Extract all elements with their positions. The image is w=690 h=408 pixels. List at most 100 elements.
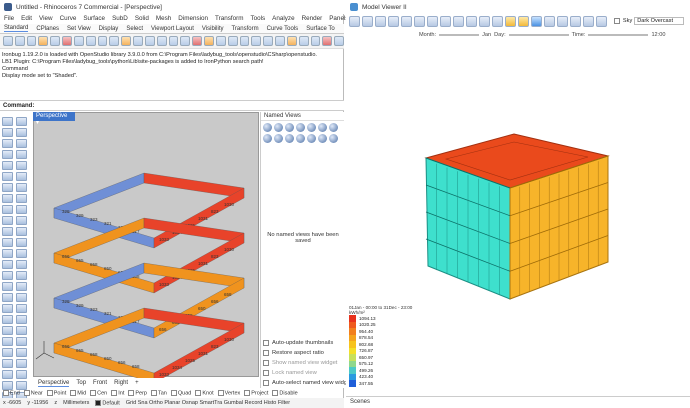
left-tool-icon[interactable] (16, 172, 27, 181)
print-icon[interactable] (38, 36, 49, 46)
option-auto-update-thumbnails[interactable]: Auto-update thumbnails (263, 340, 333, 346)
osnap-perp[interactable]: Perp (128, 390, 147, 397)
menu-tools[interactable]: Tools (250, 15, 265, 22)
render-icon[interactable] (215, 36, 226, 46)
sky-checkbox[interactable] (613, 18, 620, 24)
left-tool-icon[interactable] (16, 315, 27, 324)
left-tool-icon[interactable] (2, 271, 13, 280)
osnap-end[interactable]: End (3, 390, 20, 397)
left-tool-icon[interactable] (2, 216, 13, 225)
grid-icon[interactable] (286, 36, 297, 46)
bottom-view-icon[interactable] (401, 15, 412, 27)
status-toggles[interactable]: Grid Sna Ortho Planar Osnap SmartTra Gum… (126, 400, 290, 406)
front-view-icon[interactable] (440, 15, 451, 27)
left-tool-icon[interactable] (16, 348, 27, 357)
sun-icon[interactable] (531, 15, 542, 27)
toolbar-tab-visibility[interactable]: Visibility (202, 26, 224, 32)
settings-icon[interactable] (596, 15, 607, 27)
left-tool-icon[interactable] (2, 150, 13, 159)
osnap-checkbox[interactable] (150, 390, 157, 397)
left-tool-icon[interactable] (2, 249, 13, 258)
toolbar-tab-cplanes[interactable]: CPlanes (36, 26, 59, 32)
osnap-checkbox[interactable] (46, 390, 53, 397)
menu-subd[interactable]: SubD (112, 15, 128, 22)
show-icon[interactable] (322, 36, 333, 46)
named-view-tool-icon[interactable] (296, 134, 305, 143)
sky-control[interactable]: Sky Dark Overcast (613, 17, 690, 25)
left-tool-icon[interactable] (16, 293, 27, 302)
menu-render[interactable]: Render (302, 15, 323, 22)
save-icon[interactable] (26, 36, 37, 46)
osnap-checkbox[interactable] (217, 390, 224, 397)
toolbar-tab-display[interactable]: Display (99, 26, 119, 32)
export-icon[interactable] (583, 15, 594, 27)
left-tool-icon[interactable] (2, 172, 13, 181)
hide-icon[interactable] (310, 36, 321, 46)
option-restore-aspect-ratio[interactable]: Restore aspect ratio (263, 350, 324, 356)
left-tool-icon[interactable] (2, 293, 13, 302)
left-tool-icon[interactable] (2, 260, 13, 269)
left-tool-icon[interactable] (16, 260, 27, 269)
option-auto-select-named-view-widget[interactable]: Auto-select named view widget (263, 380, 352, 386)
option-checkbox[interactable] (263, 350, 269, 356)
left-tool-icon[interactable] (16, 216, 27, 225)
menu-view[interactable]: View (39, 15, 53, 22)
shaded-icon[interactable] (466, 15, 477, 27)
osnap-point[interactable]: Point (46, 390, 66, 397)
left-tool-icon[interactable] (2, 161, 13, 170)
menu-dimension[interactable]: Dimension (178, 15, 208, 22)
wireframe-icon[interactable] (479, 15, 490, 27)
edges-icon[interactable] (492, 15, 503, 27)
left-tool-icon[interactable] (16, 326, 27, 335)
menu-transform[interactable]: Transform (215, 15, 243, 22)
units-label[interactable]: Millimeters (63, 400, 89, 406)
menu-curve[interactable]: Curve (60, 15, 77, 22)
osnap-cen[interactable]: Cen (90, 390, 107, 397)
wireframe-icon[interactable] (251, 36, 262, 46)
menu-surface[interactable]: Surface (83, 15, 105, 22)
right-view-icon[interactable] (427, 15, 438, 27)
copy-icon[interactable] (73, 36, 84, 46)
rotate-view-icon[interactable] (133, 36, 143, 46)
osnap-project[interactable]: Project (244, 390, 268, 397)
menu-solid[interactable]: Solid (135, 15, 149, 22)
home-icon[interactable] (349, 15, 360, 27)
perspective-viewport[interactable]: 3281033329103432310253211031330823317103… (33, 112, 259, 384)
material-icon[interactable] (227, 36, 238, 46)
left-tool-icon[interactable] (16, 238, 27, 247)
time-slider[interactable] (588, 34, 649, 36)
toolbar-tab-curve-tools[interactable]: Curve Tools (267, 26, 299, 32)
undo-icon[interactable] (97, 36, 108, 46)
sky-select[interactable]: Dark Overcast (634, 17, 684, 25)
left-tool-icon[interactable] (16, 249, 27, 258)
toolbar-tab-select[interactable]: Select (126, 26, 143, 32)
osnap-mid[interactable]: Mid (70, 390, 86, 397)
named-view-tool-icon[interactable] (263, 134, 272, 143)
osnap-checkbox[interactable] (170, 390, 177, 397)
toolbar-tab-viewport-layout[interactable]: Viewport Layout (151, 26, 194, 32)
properties-icon[interactable] (204, 36, 214, 46)
osnap-int[interactable]: Int (111, 390, 124, 397)
named-view-tool-icon[interactable] (318, 134, 327, 143)
osnap-checkbox[interactable] (70, 390, 77, 397)
scenes-bar[interactable]: Scenes (346, 396, 690, 408)
left-tool-icon[interactable] (16, 337, 27, 346)
named-view-tool-icon[interactable] (307, 134, 316, 143)
viewport-title-tab[interactable]: Perspective ▾ (33, 112, 75, 126)
left-tool-icon[interactable] (2, 359, 13, 368)
shadow-icon[interactable] (518, 15, 529, 27)
left-tool-icon[interactable] (16, 139, 27, 148)
osnap-near[interactable]: Near (23, 390, 43, 397)
left-tool-icon[interactable] (2, 205, 13, 214)
back-view-icon[interactable] (453, 15, 464, 27)
named-view-tool-icon[interactable] (263, 123, 272, 132)
left-tool-icon[interactable] (2, 227, 13, 236)
named-view-tool-icon[interactable] (285, 123, 294, 132)
left-view-icon[interactable] (414, 15, 425, 27)
left-tool-icon[interactable] (16, 183, 27, 192)
osnap-knot[interactable]: Knot (195, 390, 214, 397)
osnap-checkbox[interactable] (195, 390, 202, 397)
option-checkbox[interactable] (263, 380, 269, 386)
new-file-icon[interactable] (3, 36, 13, 46)
select-icon[interactable] (180, 36, 191, 46)
